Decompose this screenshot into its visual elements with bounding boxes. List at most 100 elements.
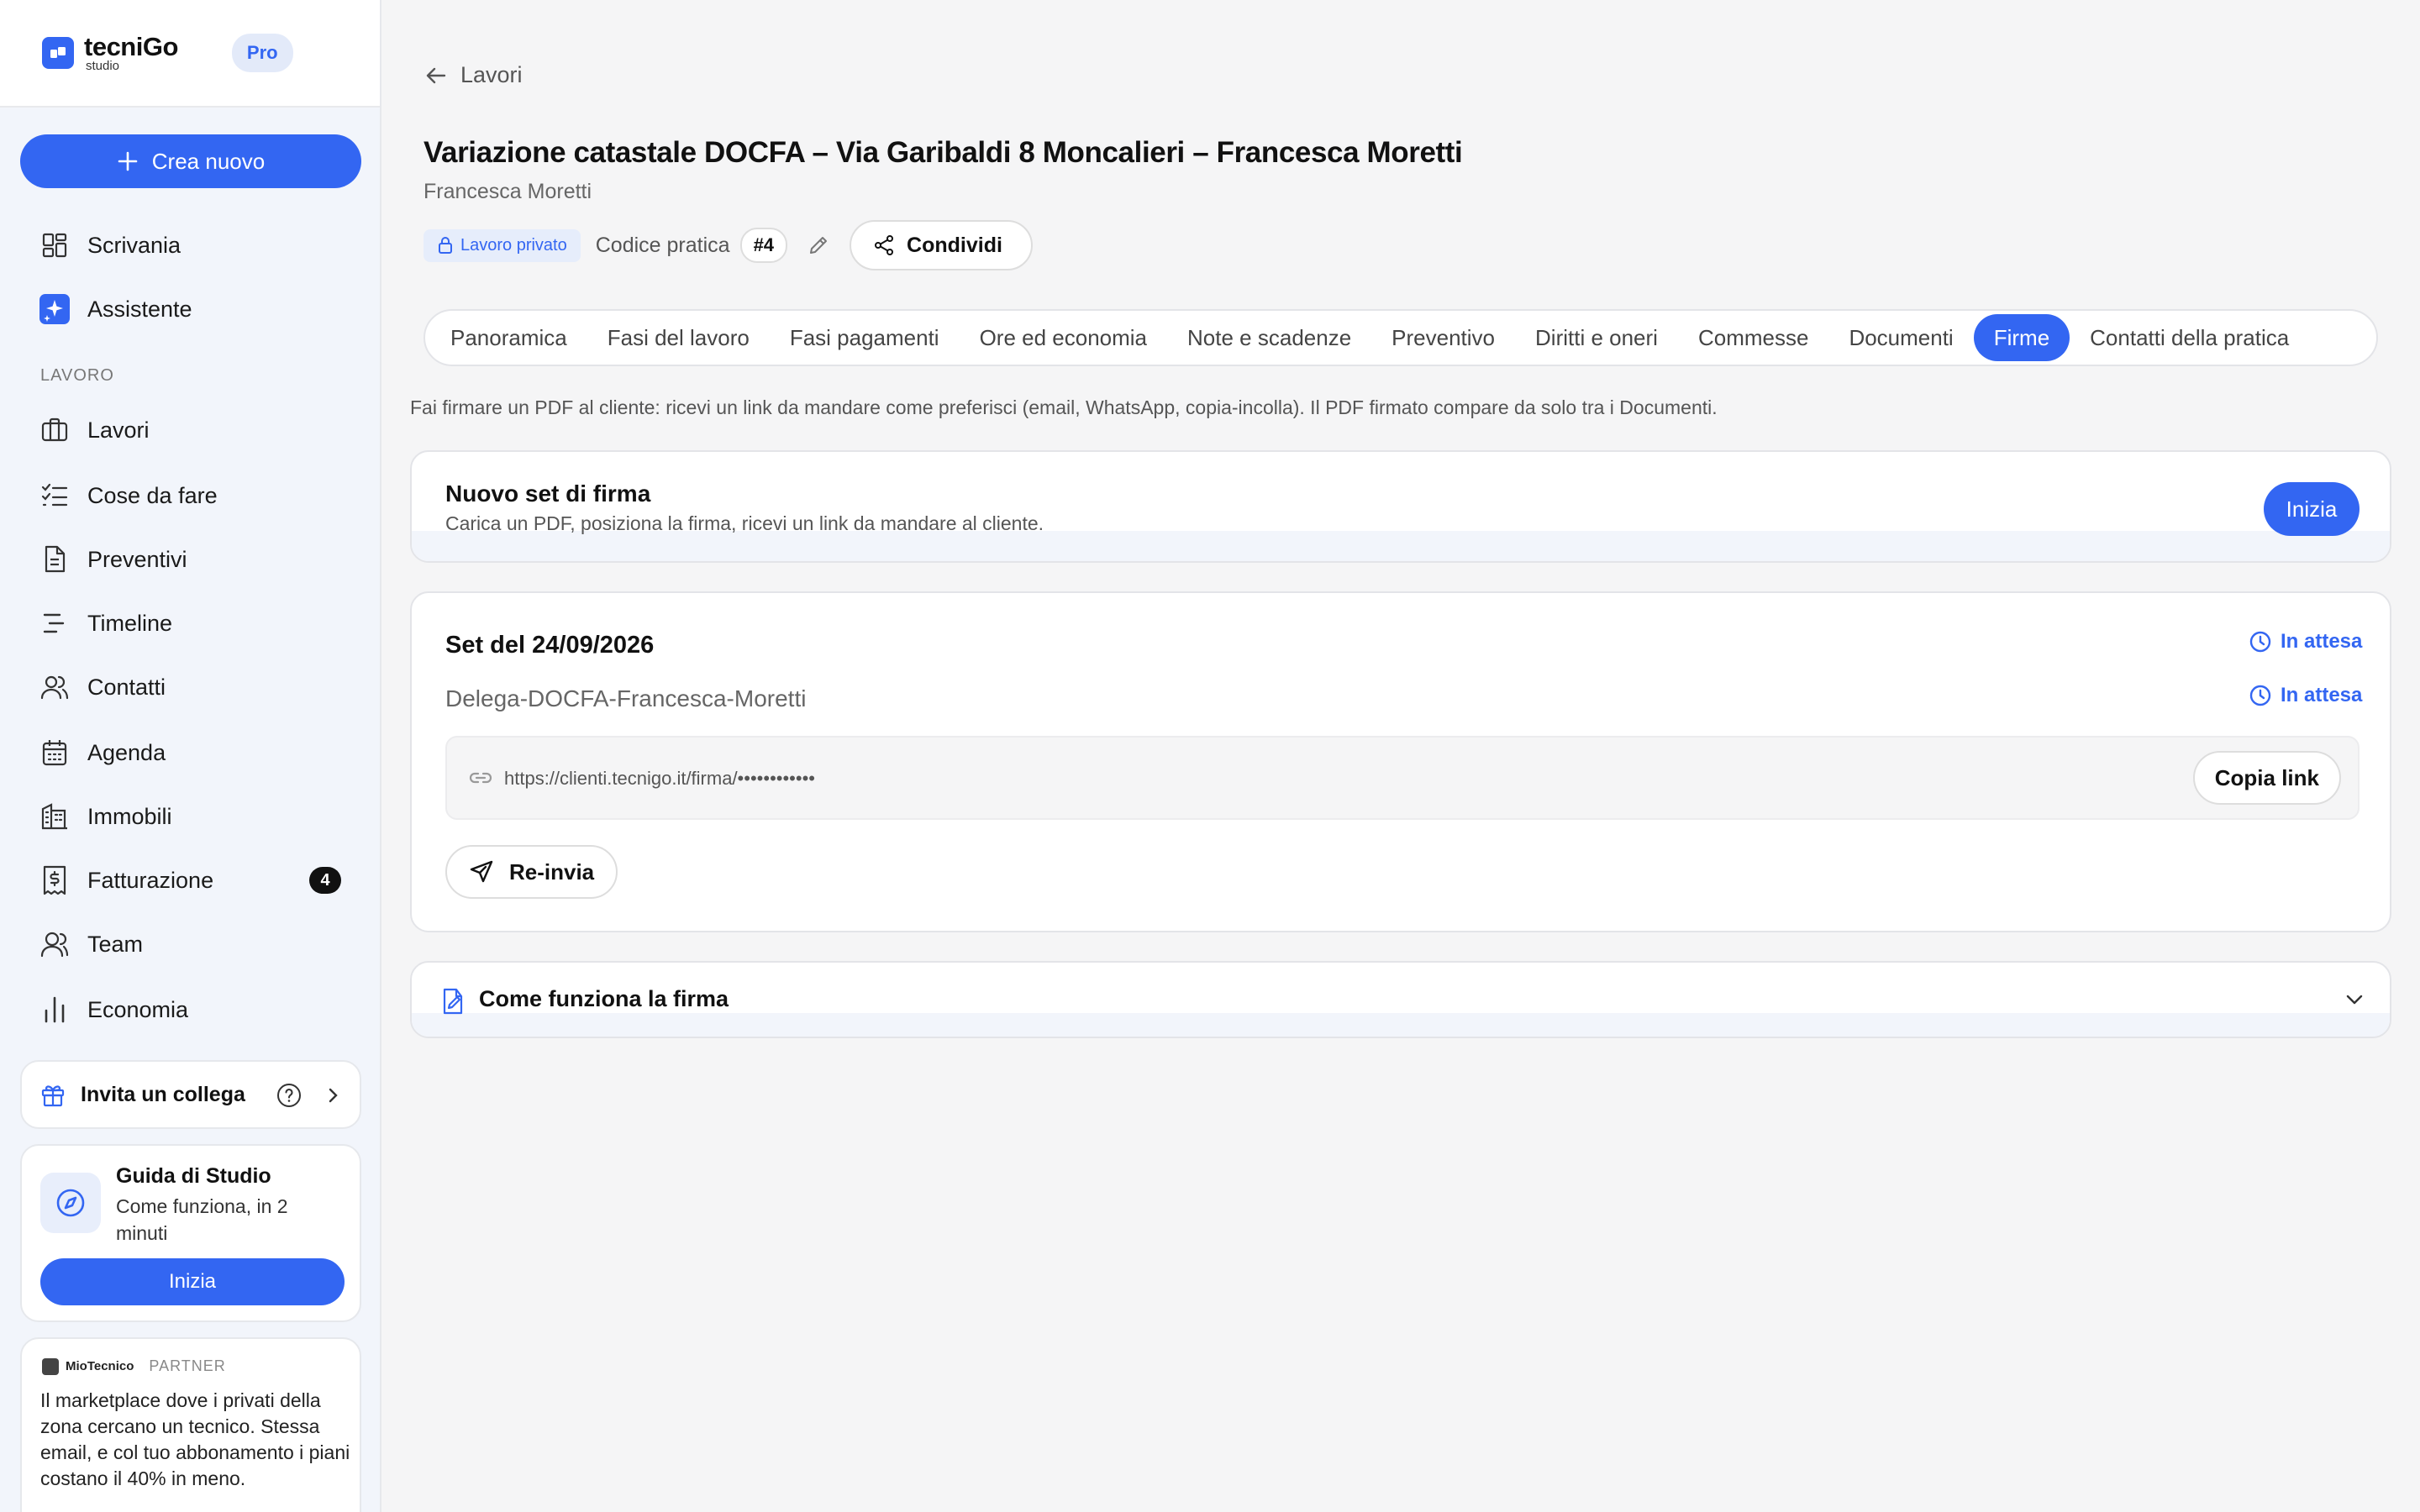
- lock-icon: [439, 237, 452, 254]
- signature-link-row: https://clienti.tecnigo.it/firma/•••••••…: [445, 736, 2360, 820]
- private-label: Lavoro privato: [460, 235, 567, 255]
- sidebar-item-label: Contatti: [87, 674, 166, 700]
- how-signature-works-accordion[interactable]: Come funziona la firma: [410, 961, 2391, 1038]
- document-name: Delega-DOCFA-Francesca-Moretti: [445, 685, 807, 711]
- invite-colleague-card[interactable]: Invita un collega: [20, 1060, 361, 1129]
- sidebar-item-label: Assistente: [87, 296, 192, 322]
- main-content: Lavori Variazione catastale DOCFA – Via …: [383, 0, 2420, 1512]
- sidebar-item-label: Lavori: [87, 417, 150, 443]
- tab-contatti-della-pratica[interactable]: Contatti della pratica: [2070, 314, 2309, 361]
- pencil-icon[interactable]: [808, 234, 829, 256]
- document-sign-icon: [440, 988, 466, 1015]
- briefcase-icon: [39, 414, 71, 446]
- building-icon: [39, 801, 71, 832]
- tab-fasi-pagamenti[interactable]: Fasi pagamenti: [770, 314, 960, 361]
- card-footer-strip: [412, 531, 2390, 561]
- sidebar-item-team[interactable]: Team: [39, 927, 143, 961]
- back-label: Lavori: [460, 62, 523, 87]
- brand-name: tecniGo: [84, 32, 178, 61]
- create-new-label: Crea nuovo: [151, 148, 266, 174]
- clock-icon: [2249, 685, 2271, 706]
- partner-header: MioTecnico PARTNER: [42, 1357, 226, 1375]
- invoice-icon: [39, 864, 71, 896]
- signature-set-title: Set del 24/09/2026: [445, 632, 655, 659]
- set-status-badge: In attesa: [2249, 630, 2362, 654]
- page-subtitle: Francesca Moretti: [424, 180, 592, 203]
- tab-fasi-del-lavoro[interactable]: Fasi del lavoro: [587, 314, 770, 361]
- start-new-set-button[interactable]: Inizia: [2264, 482, 2360, 536]
- job-meta-row: Lavoro privato Codice pratica #4 Condivi…: [424, 220, 1033, 270]
- sidebar-item-fatturazione[interactable]: Fatturazione: [39, 864, 213, 897]
- share-label: Condividi: [907, 233, 1002, 257]
- tab-diritti-e-oneri[interactable]: Diritti e oneri: [1515, 314, 1678, 361]
- sidebar-header: tecniGo studio Pro: [0, 0, 380, 108]
- back-link[interactable]: Lavori: [425, 62, 523, 88]
- logo[interactable]: tecniGo studio: [84, 32, 178, 73]
- sidebar-item-cose-da-fare[interactable]: Cose da fare: [39, 479, 218, 512]
- sidebar-item-assistente[interactable]: Assistente: [39, 292, 192, 326]
- signatures-intro-text: Fai firmare un PDF al cliente: ricevi un…: [410, 396, 1718, 418]
- tab-ore-ed-economia[interactable]: Ore ed economia: [960, 314, 1167, 361]
- bar-chart-icon: [39, 994, 71, 1026]
- partner-brand: MioTecnico: [66, 1359, 134, 1373]
- arrow-left-icon: [425, 66, 447, 86]
- partner-tag: PARTNER: [149, 1357, 226, 1374]
- compass-icon: [40, 1173, 101, 1233]
- sidebar-item-label: Team: [87, 931, 144, 957]
- sparkle-icon: [39, 293, 71, 325]
- sidebar-item-label: Economia: [87, 996, 189, 1022]
- resend-button[interactable]: Re-invia: [445, 845, 618, 899]
- create-new-button[interactable]: Crea nuovo: [20, 134, 361, 188]
- sidebar-item-economia[interactable]: Economia: [39, 993, 188, 1026]
- link-icon: [469, 769, 492, 786]
- sidebar-item-timeline[interactable]: Timeline: [39, 606, 172, 640]
- dashboard-icon: [39, 229, 71, 261]
- help-icon[interactable]: [276, 1082, 302, 1109]
- document-status-badge: In attesa: [2249, 684, 2362, 707]
- timeline-icon: [39, 607, 71, 639]
- studio-guide-card: Guida di Studio Come funziona, in 2 minu…: [20, 1144, 361, 1322]
- tab-commesse[interactable]: Commesse: [1678, 314, 1828, 361]
- tab-panoramica[interactable]: Panoramica: [430, 314, 587, 361]
- clock-icon: [2249, 631, 2271, 653]
- sidebar-item-label: Preventivi: [87, 546, 187, 572]
- sidebar-item-label: Scrivania: [87, 232, 182, 258]
- chevron-down-icon: [2344, 993, 2365, 1006]
- signature-link-url[interactable]: https://clienti.tecnigo.it/firma/•••••••…: [504, 768, 815, 790]
- code-value: #4: [739, 228, 788, 263]
- tab-preventivo[interactable]: Preventivo: [1371, 314, 1515, 361]
- tab-documenti[interactable]: Documenti: [1828, 314, 1973, 361]
- partner-logo-icon: [42, 1357, 59, 1375]
- set-status-label: In attesa: [2281, 630, 2363, 653]
- private-job-badge: Lavoro privato: [424, 228, 581, 262]
- document-icon: [39, 543, 71, 575]
- document-status-label: In attesa: [2281, 684, 2363, 706]
- sidebar-item-label: Cose da fare: [87, 482, 218, 508]
- plan-badge: Pro: [231, 34, 293, 72]
- guide-start-button[interactable]: Inizia: [40, 1258, 345, 1305]
- code-label: Codice pratica: [595, 233, 730, 257]
- invite-label: Invita un collega: [81, 1082, 245, 1106]
- guide-title: Guida di Studio: [116, 1164, 271, 1188]
- copy-link-button[interactable]: Copia link: [2192, 751, 2341, 805]
- sidebar-item-lavori[interactable]: Lavori: [39, 413, 150, 447]
- tab-note-e-scadenze[interactable]: Note e scadenze: [1167, 314, 1371, 361]
- sidebar: tecniGo studio Pro Crea nuovo Scrivania …: [0, 0, 381, 1512]
- share-button[interactable]: Condividi: [850, 220, 1033, 270]
- job-tabs: Panoramica Fasi del lavoro Fasi pagament…: [424, 309, 2378, 366]
- sidebar-item-label: Timeline: [87, 610, 173, 636]
- sidebar-item-label: Fatturazione: [87, 867, 214, 893]
- sidebar-item-contatti[interactable]: Contatti: [39, 670, 166, 704]
- sidebar-item-immobili[interactable]: Immobili: [39, 800, 172, 833]
- plus-icon: [118, 151, 138, 171]
- users-icon: [39, 671, 71, 703]
- section-label-lavoro: LAVORO: [40, 366, 114, 385]
- sidebar-item-agenda[interactable]: Agenda: [39, 736, 166, 769]
- sidebar-item-scrivania[interactable]: Scrivania: [39, 228, 181, 262]
- brand-sub: studio: [86, 59, 120, 73]
- partner-card[interactable]: MioTecnico PARTNER Il marketplace dove i…: [20, 1337, 361, 1512]
- page-title: Variazione catastale DOCFA – Via Garibal…: [424, 136, 1463, 169]
- tab-firme[interactable]: Firme: [1973, 314, 2070, 361]
- sidebar-item-preventivi[interactable]: Preventivi: [39, 543, 187, 576]
- team-icon: [39, 928, 71, 960]
